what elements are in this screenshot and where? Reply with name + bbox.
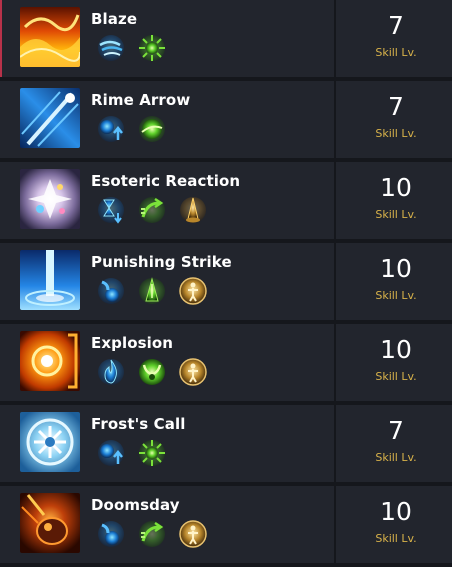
- skill-info: Rime Arrow: [0, 81, 334, 158]
- skill-level-label: Skill Lv.: [375, 46, 417, 59]
- green-horns-icon: [137, 357, 167, 387]
- skill-level-label: Skill Lv.: [375, 451, 417, 464]
- green-orb-icon: [137, 114, 167, 144]
- skill-level-label: Skill Lv.: [375, 370, 417, 383]
- skill-level: 10 Skill Lv.: [336, 324, 452, 401]
- skill-row-explosion[interactable]: Explosion 10 Skill Lv.: [0, 324, 452, 405]
- skill-level: 10 Skill Lv.: [336, 243, 452, 320]
- skill-level-value: 10: [380, 173, 412, 202]
- skill-level-label: Skill Lv.: [375, 289, 417, 302]
- skill-name: Punishing Strike: [91, 253, 232, 271]
- green-burst-icon: [137, 438, 167, 468]
- green-burst-icon: [137, 33, 167, 63]
- skill-info: Blaze: [0, 0, 334, 77]
- skill-level-label: Skill Lv.: [375, 208, 417, 221]
- skill-name: Esoteric Reaction: [91, 172, 241, 190]
- skill-name: Doomsday: [91, 496, 180, 514]
- skill-row-blaze[interactable]: Blaze 7 Skill Lv.: [0, 0, 452, 81]
- skill-row-esoteric[interactable]: Esoteric Reaction 10 Skill Lv.: [0, 162, 452, 243]
- skill-name: Explosion: [91, 334, 174, 352]
- skill-row-punishing[interactable]: Punishing Strike 10 Skill Lv.: [0, 243, 452, 324]
- skill-name: Rime Arrow: [91, 91, 191, 109]
- skill-info: Esoteric Reaction: [0, 162, 334, 239]
- gold-figure-icon: [178, 276, 208, 306]
- green-spike-icon: [137, 276, 167, 306]
- blue-flask-icon: [96, 519, 126, 549]
- skill-level-value: 7: [388, 11, 404, 40]
- skill-level: 7 Skill Lv.: [336, 0, 452, 77]
- skill-level-label: Skill Lv.: [375, 532, 417, 545]
- skill-level-label: Skill Lv.: [375, 127, 417, 140]
- skill-list: Blaze 7 Skill Lv. Rime Arrow 7 Skill Lv.…: [0, 0, 452, 567]
- blue-orb-up-icon: [96, 114, 126, 144]
- skill-level-value: 10: [380, 254, 412, 283]
- skill-row-doomsday[interactable]: Doomsday 10 Skill Lv.: [0, 486, 452, 567]
- skill-icon: [20, 88, 80, 148]
- skill-icon: [20, 169, 80, 229]
- skill-name: Blaze: [91, 10, 138, 28]
- skill-info: Explosion: [0, 324, 334, 401]
- skill-row-frost[interactable]: Frost's Call 7 Skill Lv.: [0, 405, 452, 486]
- skill-row-rime[interactable]: Rime Arrow 7 Skill Lv.: [0, 81, 452, 162]
- gold-figure-icon: [178, 519, 208, 549]
- gold-spike-icon: [178, 195, 208, 225]
- skill-info: Frost's Call: [0, 405, 334, 482]
- skill-level-value: 10: [380, 497, 412, 526]
- blue-hourglass-icon: [96, 195, 126, 225]
- skill-icon: [20, 412, 80, 472]
- green-arrow-icon: [137, 519, 167, 549]
- skill-level-value: 7: [388, 416, 404, 445]
- skill-info: Punishing Strike: [0, 243, 334, 320]
- blue-flask-icon: [96, 276, 126, 306]
- skill-level: 7 Skill Lv.: [336, 405, 452, 482]
- skill-icon: [20, 250, 80, 310]
- skill-level-value: 10: [380, 335, 412, 364]
- gold-figure-icon: [178, 357, 208, 387]
- blue-flame-icon: [96, 357, 126, 387]
- skill-icon: [20, 7, 80, 67]
- skill-info: Doomsday: [0, 486, 334, 563]
- skill-level: 10 Skill Lv.: [336, 486, 452, 563]
- wind-swirl-icon: [96, 33, 126, 63]
- skill-icon: [20, 493, 80, 553]
- skill-level-value: 7: [388, 92, 404, 121]
- blue-orb-up-icon: [96, 438, 126, 468]
- skill-name: Frost's Call: [91, 415, 186, 433]
- skill-icon: [20, 331, 80, 391]
- skill-level: 10 Skill Lv.: [336, 162, 452, 239]
- green-arrow-icon: [137, 195, 167, 225]
- skill-level: 7 Skill Lv.: [336, 81, 452, 158]
